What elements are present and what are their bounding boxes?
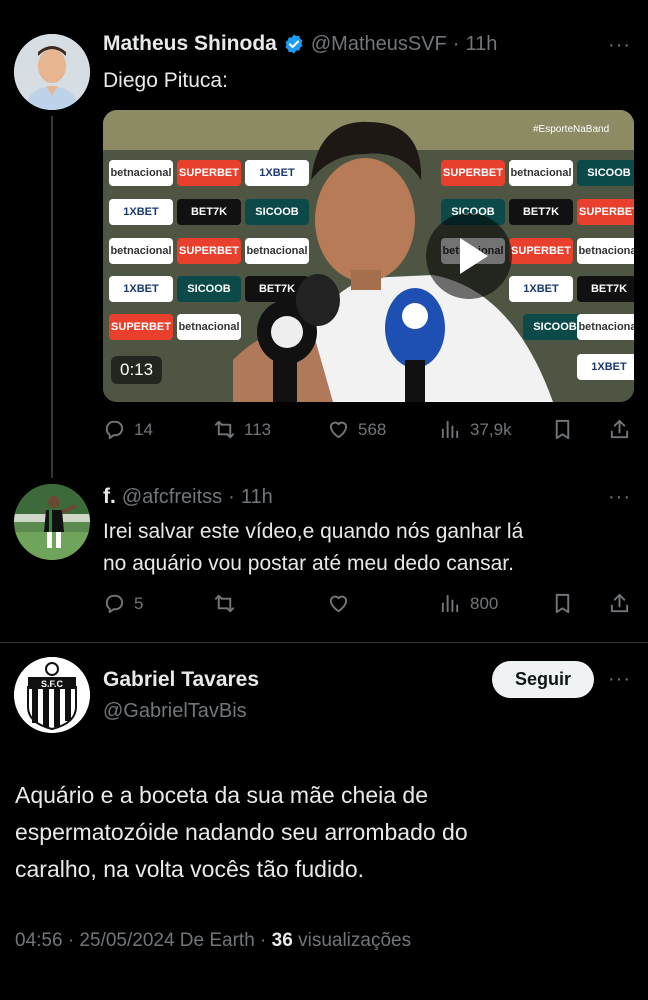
like-button[interactable] bbox=[327, 592, 350, 615]
svg-text:S.F.C: S.F.C bbox=[41, 679, 64, 689]
tweet3-text-line1: Aquário e a boceta da sua mãe cheia de bbox=[15, 782, 429, 808]
views-count: 37,9k bbox=[470, 419, 512, 439]
tweet3-more-icon[interactable]: ··· bbox=[608, 668, 631, 691]
share-icon bbox=[610, 593, 629, 613]
reply-count: 14 bbox=[134, 419, 153, 439]
tweet3-handle[interactable]: @GabrielTavBis bbox=[103, 700, 247, 723]
video-watermark: #EsporteNaBand bbox=[533, 124, 610, 135]
tweet2-text-line2: no aquário vou postar até meu dedo cansa… bbox=[103, 552, 514, 575]
tweet2-time[interactable]: 11h bbox=[241, 486, 273, 509]
avatar-matheus[interactable] bbox=[14, 34, 90, 110]
tweet1-video[interactable]: betnacional SUPERBET 1XBET 1XBET BET7K S… bbox=[103, 110, 634, 402]
tweet1-more-icon[interactable]: ··· bbox=[608, 34, 631, 57]
tweet2-actions: 5 800 bbox=[103, 592, 634, 622]
tweet3-text-line3: caralho, na volta vocês tão fudido. bbox=[15, 856, 365, 882]
tweet3-views-count: 36 bbox=[271, 930, 293, 951]
tweet1-time[interactable]: 11h bbox=[465, 33, 497, 56]
views-icon bbox=[441, 594, 459, 613]
reply-button[interactable]: 5 bbox=[103, 592, 143, 615]
tweet1-actions: 14 113 568 37,9k bbox=[103, 418, 634, 448]
tweet1-header: Matheus Shinoda @MatheusSVF · 11h bbox=[103, 32, 497, 56]
views-button[interactable]: 37,9k bbox=[439, 418, 512, 441]
separator-line bbox=[0, 642, 648, 643]
views-button[interactable]: 800 bbox=[439, 592, 498, 615]
bookmark-button[interactable] bbox=[551, 592, 574, 615]
share-button[interactable] bbox=[608, 592, 631, 615]
repost-count: 113 bbox=[244, 419, 272, 439]
follow-button[interactable]: Seguir bbox=[492, 661, 594, 698]
tweet3-text-line2: espermatozóide nadando seu arrombado do bbox=[15, 819, 468, 845]
repost-icon bbox=[214, 420, 235, 439]
avatar-gabriel[interactable]: S.F.C bbox=[14, 657, 90, 733]
share-icon bbox=[610, 419, 629, 439]
microphones bbox=[257, 274, 445, 402]
tweet1-text: Diego Pituca: bbox=[103, 69, 228, 92]
play-button-icon[interactable] bbox=[426, 213, 512, 299]
tweet2-separator: · bbox=[228, 485, 235, 508]
tweet2-text-line1: Irei salvar este vídeo,e quando nós ganh… bbox=[103, 520, 524, 543]
heart-icon bbox=[329, 595, 348, 613]
views-icon bbox=[441, 420, 459, 439]
reply-icon bbox=[105, 420, 124, 440]
views-count: 800 bbox=[470, 593, 499, 613]
share-button[interactable] bbox=[608, 418, 631, 441]
verified-badge-icon bbox=[285, 34, 303, 54]
tweet2-name[interactable]: f. bbox=[103, 485, 116, 509]
thread-line-1 bbox=[51, 116, 53, 478]
like-count: 568 bbox=[358, 419, 387, 439]
tweet2-header: f. @afcfreitss · 11h bbox=[103, 485, 273, 509]
repost-button[interactable] bbox=[213, 592, 236, 615]
reply-button[interactable]: 14 bbox=[103, 418, 153, 441]
like-button[interactable]: 568 bbox=[327, 418, 386, 441]
tweet3-views-label: visualizações bbox=[292, 930, 412, 951]
tweet2-more-icon[interactable]: ··· bbox=[608, 486, 631, 509]
reply-count: 5 bbox=[134, 593, 144, 613]
avatar-afcfreitss[interactable] bbox=[14, 484, 90, 560]
bookmark-icon bbox=[555, 593, 570, 614]
video-duration: 0:13 bbox=[111, 356, 163, 384]
reply-icon bbox=[105, 594, 124, 614]
tweet3-meta: 04:56 · 25/05/2024 De Earth · 36 visuali… bbox=[15, 930, 411, 952]
tweet3-name[interactable]: Gabriel Tavares bbox=[103, 668, 259, 692]
bookmark-icon bbox=[555, 419, 570, 440]
tweet2-handle[interactable]: @afcfreitss bbox=[122, 486, 222, 509]
bookmark-button[interactable] bbox=[551, 418, 574, 441]
tweet1-separator: · bbox=[452, 32, 460, 55]
tweet3-timestamp[interactable]: 04:56 · 25/05/2024 De Earth · bbox=[15, 930, 272, 951]
repost-icon bbox=[214, 594, 235, 613]
heart-icon bbox=[329, 421, 348, 439]
tweet1-name[interactable]: Matheus Shinoda bbox=[103, 32, 277, 56]
tweet1-handle[interactable]: @MatheusSVF bbox=[311, 33, 447, 56]
repost-button[interactable]: 113 bbox=[213, 418, 271, 441]
